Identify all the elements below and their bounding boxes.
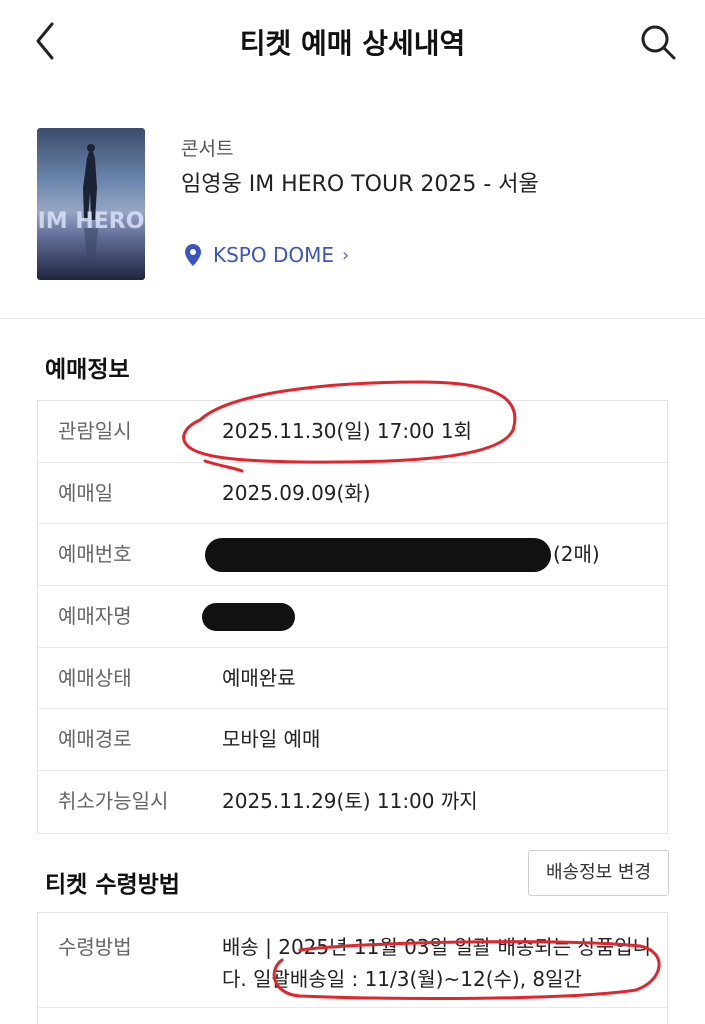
search-button[interactable]	[636, 20, 680, 64]
chevron-right-icon: ›	[342, 244, 350, 266]
receipt-method-table: 수령방법 배송 | 2025년 11월 03일 일괄 배송되는 상품입니다. 일…	[37, 912, 668, 1024]
poster-artwork: IM HERO	[38, 144, 145, 258]
location-pin-icon	[185, 244, 201, 266]
ticket-receipt-title: 티켓 수령방법	[45, 872, 180, 898]
redaction-mark	[202, 603, 295, 632]
table-row: 예매상태 예매완료	[38, 648, 667, 710]
row-label: 취소가능일시	[58, 789, 169, 814]
row-label: 예매번호	[58, 542, 132, 567]
row-label: 예매일	[58, 480, 114, 505]
table-row: 관람일시 2025.11.30(일) 17:00 1회	[38, 401, 667, 463]
row-label: 예매자명	[58, 604, 132, 629]
table-row: 예매번호 (2매)	[38, 524, 667, 587]
event-title: 임영웅 IM HERO TOUR 2025 - 서울	[181, 172, 539, 197]
row-value: 예매완료	[222, 665, 296, 690]
row-label: 관람일시	[58, 419, 132, 443]
table-row: 예매경로 모바일 예매	[38, 709, 667, 772]
venue-link[interactable]: KSPO DOME ›	[183, 242, 349, 268]
row-value: 모바일 예매	[222, 727, 321, 752]
event-poster[interactable]: IM HERO	[37, 128, 145, 280]
section-divider	[0, 318, 705, 319]
row-value: 배송 | 2025년 11월 03일 일괄 배송되는 상품입니다. 일괄배송일 …	[222, 935, 652, 991]
row-divider	[38, 1007, 667, 1008]
event-summary: IM HERO 콘서트 임영웅 IM HERO TOUR 2025 - 서울 K…	[0, 110, 705, 320]
table-row: 예매자명	[38, 586, 667, 648]
row-label: 예매상태	[58, 665, 132, 690]
row-value: (2매)	[553, 542, 600, 567]
table-row: 취소가능일시 2025.11.29(토) 11:00 까지	[38, 771, 667, 833]
row-value: 2025.11.29(토) 11:00 까지	[222, 789, 478, 814]
event-genre: 콘서트	[181, 138, 234, 160]
venue-name: KSPO DOME	[213, 243, 335, 267]
row-value: 2025.09.09(화)	[222, 480, 371, 505]
search-icon	[641, 25, 676, 60]
redaction-mark	[205, 538, 551, 573]
booking-info-table: 관람일시 2025.11.30(일) 17:00 1회 예매일 2025.09.…	[37, 400, 668, 834]
poster-title-text: IM HERO	[38, 209, 145, 234]
top-app-bar: 티켓 예매 상세내역	[0, 0, 705, 84]
row-value: 2025.11.30(일) 17:00 1회	[222, 419, 472, 443]
change-delivery-button[interactable]: 배송정보 변경	[528, 850, 669, 896]
row-label: 수령방법	[58, 935, 132, 959]
page-title: 티켓 예매 상세내역	[239, 27, 466, 60]
table-row: 예매일 2025.09.09(화)	[38, 463, 667, 525]
booking-info-title: 예매정보	[45, 357, 130, 383]
row-label: 예매경로	[58, 727, 132, 752]
